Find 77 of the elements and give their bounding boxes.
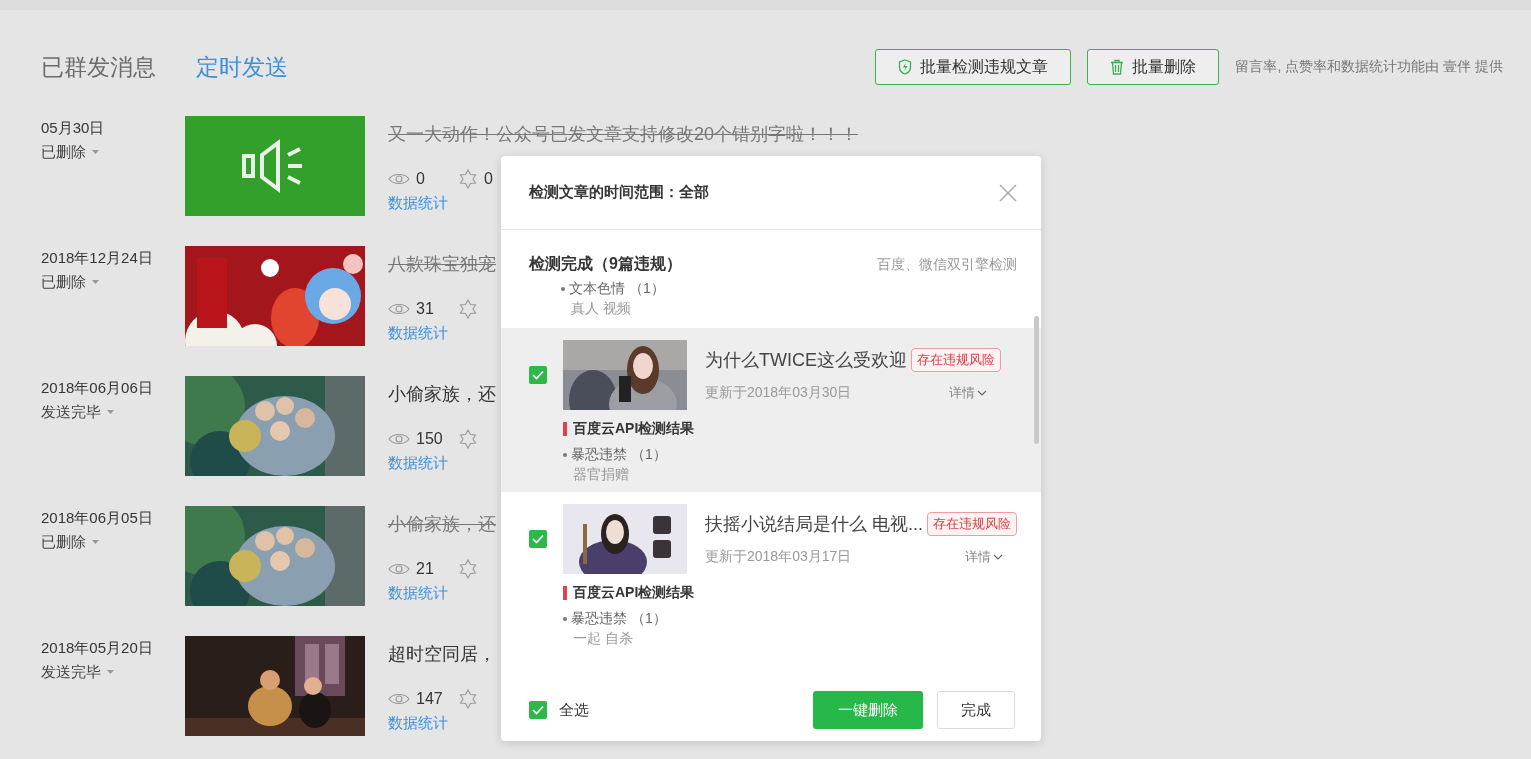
date: 2018年05月20日 xyxy=(41,638,154,658)
details-toggle[interactable]: 详情 xyxy=(965,548,1003,566)
scrollbar[interactable] xyxy=(1034,316,1039,444)
article-title[interactable]: 又一大动作！公众号已发文章支持修改20个错别字啦！！！ xyxy=(388,122,859,146)
date: 2018年06月05日 xyxy=(41,508,154,528)
caret-icon xyxy=(107,410,114,414)
date: 2018年06月06日 xyxy=(41,378,154,398)
credit-note: 留言率, 点赞率和数据统计功能由 壹伴 提供 xyxy=(1235,58,1503,76)
check-button[interactable]: 批量检测违规文章 xyxy=(875,49,1072,85)
tab[interactable]: 已群发消息 xyxy=(41,51,156,83)
article-title[interactable]: 八款珠宝独宠 xyxy=(388,252,496,276)
keywords: 一起 自杀 xyxy=(573,630,634,648)
check-icon xyxy=(532,705,544,715)
summary-title: 检测完成（9篇违规） xyxy=(529,254,682,274)
star-icon xyxy=(458,169,478,189)
bullet-icon xyxy=(563,617,567,621)
update-date: 更新于2018年03月17日 xyxy=(705,548,852,566)
caret-icon xyxy=(92,280,99,284)
article-card[interactable]: 扶摇小说结局是什么 电视... 存在违规风险 更新于2018年03月17日 详情 百度云API检测结果 暴恐违禁 （1） 一起 自杀 xyxy=(501,492,1041,656)
checkbox[interactable] xyxy=(529,366,547,384)
close-icon[interactable] xyxy=(999,183,1017,202)
eye-icon xyxy=(388,302,410,316)
status-dropdown[interactable]: 已删除 xyxy=(41,140,99,164)
star-icon xyxy=(458,559,478,579)
status-dropdown[interactable]: 发送完毕 xyxy=(41,400,114,424)
violation-item: 暴恐违禁 （1） xyxy=(571,446,667,464)
chevron-icon xyxy=(993,554,1003,560)
view-count: 21 xyxy=(416,560,434,578)
view-count: 147 xyxy=(416,690,443,708)
dialog-title: 检测文章的时间范围：全部 xyxy=(529,183,709,202)
article-title: 为什么TWICE这么受欢迎 xyxy=(705,349,907,372)
article-title: 扶摇小说结局是什么 电视... xyxy=(705,513,923,536)
chevron-icon xyxy=(977,390,987,396)
check-icon xyxy=(532,370,544,380)
result-title: 百度云API检测结果 xyxy=(573,420,695,438)
view-count: 31 xyxy=(416,300,434,318)
done-button[interactable]: 完成 xyxy=(937,691,1015,729)
checkbox[interactable] xyxy=(529,701,547,719)
shield-icon xyxy=(898,59,913,75)
eye-icon xyxy=(388,692,410,706)
caret-icon xyxy=(92,540,99,544)
caret-icon xyxy=(92,150,99,154)
result-title: 百度云API检测结果 xyxy=(573,584,695,602)
bullet-icon xyxy=(561,287,565,291)
eye-icon xyxy=(388,432,410,446)
status-dropdown[interactable]: 已删除 xyxy=(41,270,99,294)
risk-tag: 存在违规风险 xyxy=(911,348,1001,372)
trash-icon xyxy=(1110,59,1125,75)
update-date: 更新于2018年03月30日 xyxy=(705,384,852,402)
date: 2018年12月24日 xyxy=(41,248,154,268)
violation-item: 文本色情 （1） xyxy=(569,280,665,298)
star-icon xyxy=(458,429,478,449)
star-icon xyxy=(458,689,478,709)
date: 05月30日 xyxy=(41,118,106,138)
article-title[interactable]: 小偷家族，还 xyxy=(388,382,496,406)
view-count: 0 xyxy=(416,170,425,188)
caret-icon xyxy=(107,670,114,674)
status-dropdown[interactable]: 已删除 xyxy=(41,530,99,554)
article-title[interactable]: 小偷家族，还 xyxy=(388,512,496,536)
view-count: 150 xyxy=(416,430,443,448)
engine-note: 百度、微信双引擎检测 xyxy=(877,255,1017,274)
eye-icon xyxy=(388,172,410,186)
violation-item: 暴恐违禁 （1） xyxy=(571,610,667,628)
delete-button[interactable]: 批量删除 xyxy=(1087,49,1220,85)
checkbox[interactable] xyxy=(529,530,547,548)
keywords: 器官捐赠 xyxy=(573,466,630,484)
risk-tag: 存在违规风险 xyxy=(927,512,1017,536)
status-dropdown[interactable]: 发送完毕 xyxy=(41,660,114,684)
select-all-label[interactable]: 全选 xyxy=(559,700,589,720)
check-icon xyxy=(532,534,544,544)
eye-icon xyxy=(388,562,410,576)
bullet-icon xyxy=(563,453,567,457)
like-count: 0 xyxy=(484,170,493,188)
article-title[interactable]: 超时空同居， xyxy=(388,642,496,666)
keywords: 真人 视频 xyxy=(570,300,632,318)
article-card[interactable]: 为什么TWICE这么受欢迎 存在违规风险 更新于2018年03月30日 详情 百度云API检测结果 暴恐违禁 （1） 器官捐赠 xyxy=(501,328,1041,492)
star-icon xyxy=(458,299,478,319)
